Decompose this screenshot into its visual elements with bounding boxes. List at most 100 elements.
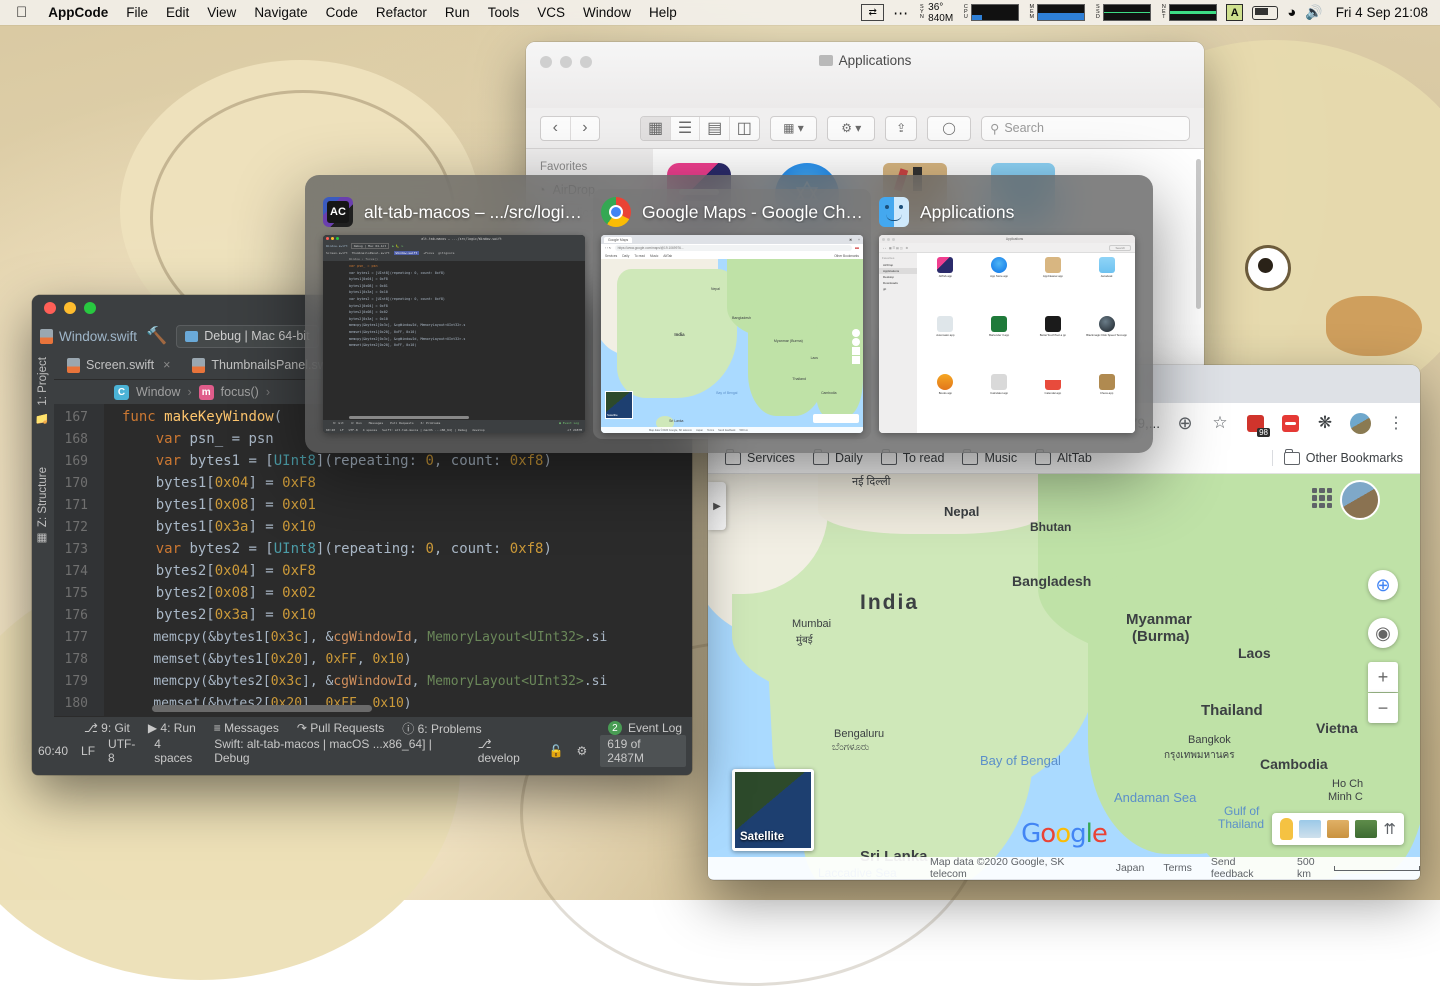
finder-nav-buttons[interactable]: ‹ › — [540, 115, 601, 141]
share-icon[interactable]: ⇪ — [885, 115, 918, 141]
google-apps-grid-icon[interactable] — [1312, 488, 1332, 508]
chevron-left-icon[interactable]: ‹ — [541, 116, 571, 140]
speaker-icon[interactable]: 🔊 — [1305, 4, 1322, 21]
wifi-icon[interactable]: ◕ — [1287, 4, 1296, 21]
inspections-icon[interactable]: ⚙ — [577, 744, 588, 758]
three-dot-menu-icon[interactable]: ⋮ — [1386, 413, 1406, 433]
breadcrumb-class[interactable]: Window — [136, 385, 180, 399]
map-zoom-controls[interactable]: + − — [1368, 662, 1398, 723]
gallery-view-icon[interactable]: ◫ — [730, 117, 759, 140]
sdk-info[interactable]: Swift: alt-tab-macos | macOS ...x86_64] … — [214, 737, 465, 765]
alttab-card-finder[interactable]: Applications Applications ‹ › ▦ ☰ ▤ ◫ ⚙ Se… — [871, 189, 1143, 439]
sensor-stats-group[interactable]: S Y N 36° 840M — [918, 2, 953, 24]
tool-button-problems[interactable]: ⓘ 6: Problems — [402, 720, 481, 737]
alttab-card-appcode[interactable]: AC alt-tab-macos – .../src/logic... alt-… — [315, 189, 593, 439]
file-encoding[interactable]: UTF-8 — [108, 737, 141, 765]
menu-item-vcs[interactable]: VCS — [528, 5, 574, 20]
pocket-extension-icon[interactable]: 98 — [1245, 413, 1270, 437]
menu-item-window[interactable]: Window — [574, 5, 640, 20]
pegman-street-view-icon[interactable] — [1280, 818, 1294, 840]
bookmark-other-bookmarks[interactable]: Other Bookmarks — [1279, 449, 1408, 465]
map-bottom-controls[interactable]: ⇈ — [1272, 813, 1404, 845]
caret-position[interactable]: 60:40 — [38, 744, 68, 758]
group-by-icon[interactable]: ▦ ▾ — [769, 115, 818, 141]
net-monitor[interactable]: N E T — [1160, 4, 1218, 21]
bookmark-daily[interactable]: Daily — [808, 449, 868, 465]
layer-default-thumb[interactable] — [1299, 820, 1322, 838]
chevron-up-double-icon[interactable]: ⇈ — [1383, 820, 1396, 838]
tool-button-pull-requests[interactable]: ↷ Pull Requests — [297, 721, 384, 735]
appcode-left-toolbar[interactable]: 📁 1: Project ▦ Z: Structure — [32, 351, 54, 729]
zoom-out-icon[interactable]: − — [1368, 693, 1398, 723]
lock-icon[interactable]: 🔓 — [549, 744, 564, 758]
bookmark-alttab[interactable]: AltTab — [1030, 449, 1097, 465]
icon-view-icon[interactable]: ▦ — [641, 116, 671, 140]
close-icon[interactable]: × — [163, 358, 170, 372]
account-avatar-icon[interactable] — [1340, 480, 1380, 520]
alttab-thumbnail-chrome[interactable]: Google Maps ✖ + ‹ › ↻ https://www.google… — [601, 235, 863, 433]
bookmark-services[interactable]: Services — [720, 449, 800, 465]
editor-tab-screen-swift[interactable]: Screen.swift × — [56, 351, 181, 379]
google-maps-canvas[interactable]: ▶ India Nepal Bhutan Bangladesh Myanmar … — [708, 474, 1420, 879]
star-icon[interactable]: ☆ — [1210, 413, 1230, 433]
finder-view-switcher[interactable]: ▦ ☰ ▤ ◫ — [640, 115, 760, 141]
ublock-extension-icon[interactable] — [1280, 413, 1300, 433]
battery-icon[interactable] — [1252, 5, 1279, 20]
memory-indicator[interactable]: 619 of 2487M — [600, 735, 686, 767]
column-view-icon[interactable]: ▤ — [700, 116, 730, 140]
menu-item-appcode[interactable]: AppCode — [39, 5, 117, 20]
expand-side-panel-icon[interactable]: ▶ — [708, 482, 726, 530]
appcode-tool-window-bar[interactable]: ⎇ 9: Git ▶ 4: Run ≡ Messages ↷ Pull Requ… — [32, 716, 692, 739]
menu-item-file[interactable]: File — [117, 5, 157, 20]
puzzle-extensions-icon[interactable]: ❋ — [1315, 413, 1335, 433]
bookmark-music[interactable]: Music — [957, 449, 1022, 465]
ssd-monitor[interactable]: S S D — [1094, 4, 1152, 21]
map-link-japan[interactable]: Japan — [1116, 862, 1145, 874]
chevron-right-icon[interactable]: › — [571, 117, 600, 140]
alttab-window-switcher[interactable]: AC alt-tab-macos – .../src/logic... alt-… — [305, 175, 1153, 453]
menu-item-run[interactable]: Run — [436, 5, 479, 20]
map-link-feedback[interactable]: Send feedback — [1211, 856, 1278, 879]
indent-setting[interactable]: 4 spaces — [154, 737, 201, 765]
menubar-clock[interactable]: Fri 4 Sep 21:08 — [1336, 5, 1428, 20]
list-view-icon[interactable]: ☰ — [671, 116, 701, 140]
finder-vertical-scrollbar[interactable] — [1196, 159, 1201, 309]
alttab-thumbnail-finder[interactable]: Applications ‹ › ▦ ☰ ▤ ◫ ⚙ Search Favorite… — [879, 235, 1135, 433]
appcode-run-configuration[interactable]: Debug | Mac 64-bit — [176, 324, 319, 348]
menu-item-tools[interactable]: Tools — [479, 5, 529, 20]
line-separator[interactable]: LF — [81, 744, 95, 758]
menu-item-view[interactable]: View — [198, 5, 245, 20]
cpu-monitor[interactable]: C P U — [962, 4, 1020, 21]
satellite-layer-toggle[interactable]: Satellite — [732, 769, 814, 851]
menu-item-help[interactable]: Help — [640, 5, 686, 20]
map-location-control[interactable]: ◉ — [1368, 618, 1398, 648]
keyboard-layout-indicator[interactable]: A — [1226, 4, 1244, 21]
breadcrumb-method[interactable]: focus() — [221, 385, 259, 399]
tool-window-project[interactable]: 📁 1: Project — [36, 357, 50, 425]
editor-horizontal-scrollbar[interactable] — [152, 705, 372, 712]
alttab-thumbnail-appcode[interactable]: alt-tab-macos – .../src/logic/Window.swi… — [323, 235, 585, 433]
map-view-controls[interactable]: ⊕ — [1368, 570, 1398, 600]
layer-terrain-thumb[interactable] — [1327, 820, 1350, 838]
appcode-current-file[interactable]: Window.swift — [40, 328, 137, 344]
tag-icon[interactable]: ◯ — [927, 115, 972, 141]
bookmark-to-read[interactable]: To read — [876, 449, 950, 465]
layer-satellite-thumb[interactable] — [1355, 820, 1378, 838]
mem-monitor[interactable]: M E M — [1028, 4, 1086, 21]
switch-arrows-icon[interactable]: ⇄ — [861, 4, 885, 21]
build-hammer-icon[interactable]: 🔨 — [146, 326, 167, 346]
gear-icon[interactable]: ⚙ ▾ — [827, 115, 876, 141]
map-link-terms[interactable]: Terms — [1163, 862, 1192, 874]
alttab-card-chrome[interactable]: Google Maps - Google Chr... Google Maps … — [593, 189, 871, 439]
tool-button-event-log[interactable]: 2 Event Log — [607, 721, 692, 735]
zoom-in-icon[interactable]: + — [1368, 662, 1398, 692]
profile-avatar-icon[interactable] — [1350, 412, 1371, 434]
finder-search-input[interactable]: ⚲ Search — [981, 115, 1190, 141]
apple-logo-icon[interactable]:  — [0, 5, 39, 20]
menu-item-refactor[interactable]: Refactor — [367, 5, 436, 20]
tool-button-messages[interactable]: ≡ Messages — [214, 721, 279, 735]
share-plus-icon[interactable]: ⊕ — [1175, 413, 1195, 433]
appcode-status-bar[interactable]: 60:40 LF UTF-8 4 spaces Swift: alt-tab-m… — [32, 735, 692, 767]
menu-item-edit[interactable]: Edit — [157, 5, 198, 20]
my-location-icon[interactable]: ◉ — [1368, 618, 1398, 648]
